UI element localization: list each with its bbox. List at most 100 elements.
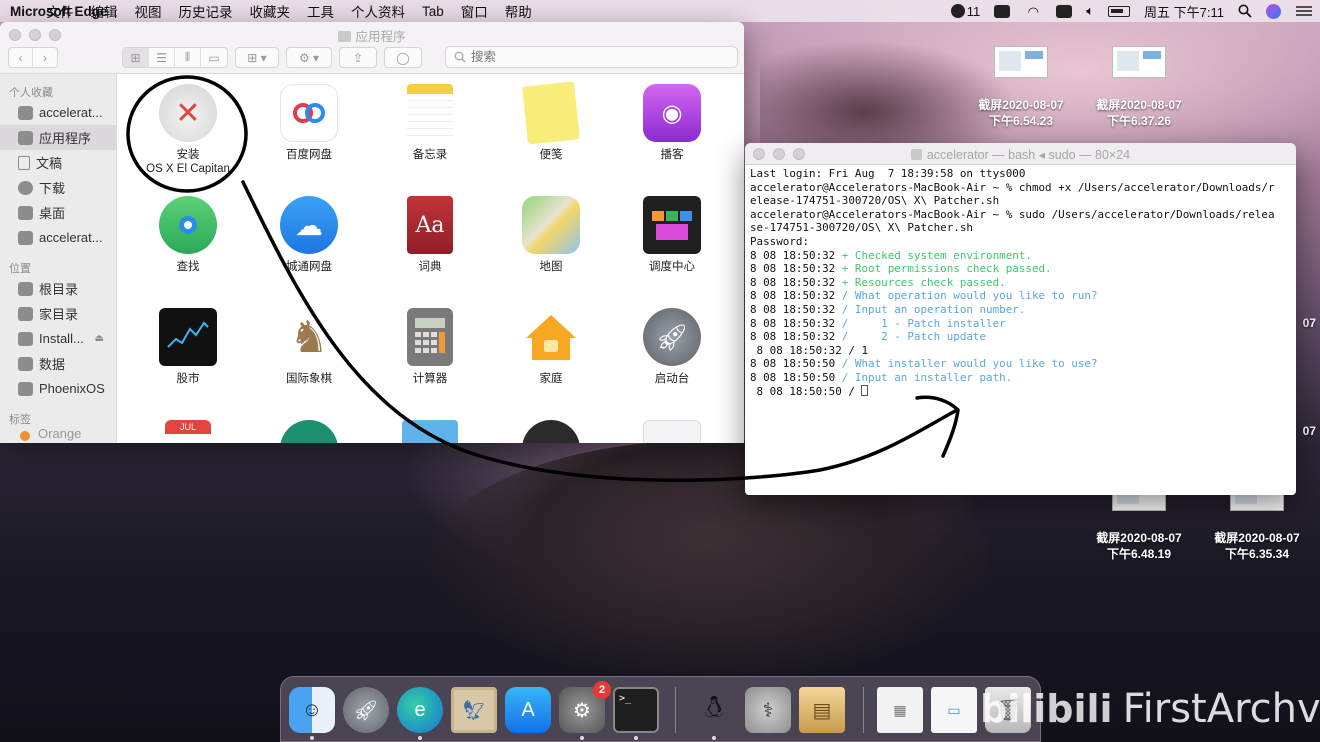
app-stocks[interactable]: 股市 <box>128 308 248 386</box>
app-calendar-partial[interactable]: JUL <box>128 420 248 443</box>
back-button[interactable]: ‹ <box>9 48 34 67</box>
wifi-status-item[interactable]: ◠ <box>1017 5 1049 18</box>
sidebar-item-installer-volume[interactable]: Install... ⏏ <box>0 326 116 351</box>
running-indicator <box>634 736 638 740</box>
group-by-button[interactable]: ⊞ ▾ <box>235 47 279 68</box>
folder-icon <box>338 31 352 42</box>
gear-icon: ⚙ <box>573 699 591 722</box>
app-launchpad[interactable]: 🚀︎ 启动台 <box>612 308 732 386</box>
desktop-file-screenshot[interactable]: 截屏2020-08-07 下午6.54.23 <box>961 46 1081 129</box>
eject-icon[interactable]: ⏏ <box>95 333 104 344</box>
app-stickies[interactable]: 便笺 <box>491 81 611 162</box>
terminal-line: 8 08 18:50:32 / 1 - Patch installer <box>750 316 1006 330</box>
dock-terminal[interactable]: >_ <box>613 687 659 733</box>
app-chess[interactable]: ♞ 国际象棋 <box>249 308 369 386</box>
control-center-icon[interactable] <box>1288 4 1320 18</box>
dock-launchpad[interactable]: 🚀︎ <box>343 687 389 733</box>
sidebar-item-tag-orange[interactable]: Orange <box>0 427 116 441</box>
app-home[interactable]: 家庭 <box>491 308 611 386</box>
dock-minimized-window[interactable]: ▦ <box>877 687 923 733</box>
search-field[interactable] <box>445 46 738 68</box>
folder-icon <box>18 230 33 245</box>
sidebar-item-applications[interactable]: 应用程序 <box>0 125 116 150</box>
input-method-status-item[interactable] <box>1049 4 1079 18</box>
sidebar-item-phoenixos[interactable]: PhoenixOS <box>0 376 116 401</box>
battery-status-item[interactable] <box>1101 5 1137 17</box>
notification-badge: 2 <box>593 681 611 699</box>
list-view-button[interactable]: ☰ <box>149 48 175 67</box>
app-mission-control[interactable]: 调度中心 <box>612 196 732 274</box>
sidebar-item-documents[interactable]: 文稿 <box>0 150 116 175</box>
search-icon <box>454 51 466 63</box>
action-menu-button[interactable]: ⚙ ▾ <box>286 47 332 68</box>
search-input[interactable] <box>471 50 711 64</box>
app-partial[interactable] <box>612 420 732 443</box>
sidebar-item-data[interactable]: 数据 <box>0 351 116 376</box>
sidebar-item-home-folder[interactable]: accelerat... <box>0 100 116 125</box>
gallery-view-button[interactable]: ▭ <box>201 48 227 67</box>
sidebar-item-home[interactable]: 家目录 <box>0 301 116 326</box>
app-calculator[interactable]: 计算器 <box>370 308 490 386</box>
app-partial[interactable] <box>370 420 490 443</box>
volume-status-item[interactable]: 🔈︎ <box>1079 3 1101 19</box>
app-icon-grid: ✕ 安装 OS X El Capitan 百度网盘 备忘录 便笺 ◉ 播客 查找 … <box>118 74 744 443</box>
app-maps[interactable]: 地图 <box>491 196 611 274</box>
rocket-icon: 🚀︎ <box>353 699 379 722</box>
app-baidu-netdisk[interactable]: 百度网盘 <box>249 84 369 162</box>
screenshot-thumbnail <box>1112 46 1166 78</box>
menu-history[interactable]: 历史记录 <box>170 1 241 21</box>
archive-icon: ▤ <box>812 699 832 722</box>
qq-status-item[interactable]: 11 <box>944 4 988 19</box>
sidebar-item-desktop[interactable]: 桌面 <box>0 200 116 225</box>
clock[interactable]: 周五 下午7:11 <box>1137 2 1231 21</box>
dock-separator <box>863 687 864 733</box>
running-indicator <box>310 736 314 740</box>
menu-window[interactable]: 窗口 <box>452 1 496 21</box>
desktop-icon <box>18 205 33 220</box>
window-thumbnail-icon: ▭ <box>947 701 961 718</box>
menu-tab[interactable]: Tab <box>414 4 453 19</box>
app-dictionary[interactable]: Aa 词典 <box>370 196 490 274</box>
menu-favorites[interactable]: 收藏夹 <box>241 1 299 21</box>
terminal-output[interactable]: Last login: Fri Aug 7 18:39:58 on ttys00… <box>745 165 1296 400</box>
sidebar-item-folder[interactable]: accelerat... <box>0 225 116 250</box>
column-view-button[interactable]: ⫴ <box>175 48 201 67</box>
menu-view[interactable]: 视图 <box>126 1 170 21</box>
sidebar-item-root[interactable]: 根目录 <box>0 276 116 301</box>
dock-disk-utility[interactable]: ⚕ <box>745 687 791 733</box>
share-button[interactable]: ⇪ <box>339 47 377 68</box>
forward-button[interactable]: › <box>33 48 57 67</box>
siri-icon[interactable] <box>1259 3 1288 19</box>
menu-tools[interactable]: 工具 <box>299 1 343 21</box>
dock-archive-utility[interactable]: ▤ <box>799 687 845 733</box>
terminal-window[interactable]: accelerator — bash ◂ sudo — 80×24 Last l… <box>745 143 1296 495</box>
dock-minimized-window[interactable]: ▭ <box>931 687 977 733</box>
battery-icon <box>1108 5 1131 17</box>
spotlight-search-icon[interactable] <box>1231 4 1259 18</box>
terminal-line: 8 08 18:50:32 / What operation would you… <box>750 289 1098 303</box>
icon-view-button[interactable]: ⊞ <box>123 48 149 67</box>
app-ctfile-netdisk[interactable]: ☁ 城通网盘 <box>249 196 369 274</box>
menu-profile[interactable]: 个人资料 <box>343 1 414 21</box>
dock-preview[interactable]: 🦅︎ <box>451 687 497 733</box>
app-podcasts[interactable]: ◉ 播客 <box>612 84 732 162</box>
dock-qq[interactable]: 🐧︎ <box>691 687 737 733</box>
dock-edge[interactable]: e <box>397 687 443 733</box>
display-status-item[interactable] <box>987 4 1017 18</box>
menu-help[interactable]: 帮助 <box>496 1 540 21</box>
dock-system-preferences[interactable]: ⚙ 2 <box>559 681 611 733</box>
sidebar-heading-favorites: 个人收藏 <box>9 87 53 99</box>
tag-button[interactable]: ◯ <box>384 47 422 68</box>
menu-app-name[interactable]: Microsoft Edge <box>0 4 120 19</box>
podcasts-icon: ◉ <box>643 84 701 142</box>
app-partial[interactable] <box>491 420 611 443</box>
sidebar-item-downloads[interactable]: 下载 <box>0 175 116 200</box>
app-notes[interactable]: 备忘录 <box>370 84 490 162</box>
desktop-file-screenshot[interactable]: 截屏2020-08-07 下午6.37.26 <box>1079 46 1199 129</box>
dock-app-store[interactable]: A <box>505 687 551 733</box>
dock-finder[interactable]: ☺︎ <box>289 687 335 733</box>
terminal-line: Last login: Fri Aug 7 18:39:58 on ttys00… <box>750 167 1026 180</box>
app-partial[interactable] <box>249 420 369 443</box>
app-install-os-x-el-capitan[interactable]: ✕ 安装 OS X El Capitan <box>128 84 248 176</box>
app-find-my[interactable]: 查找 <box>128 196 248 274</box>
